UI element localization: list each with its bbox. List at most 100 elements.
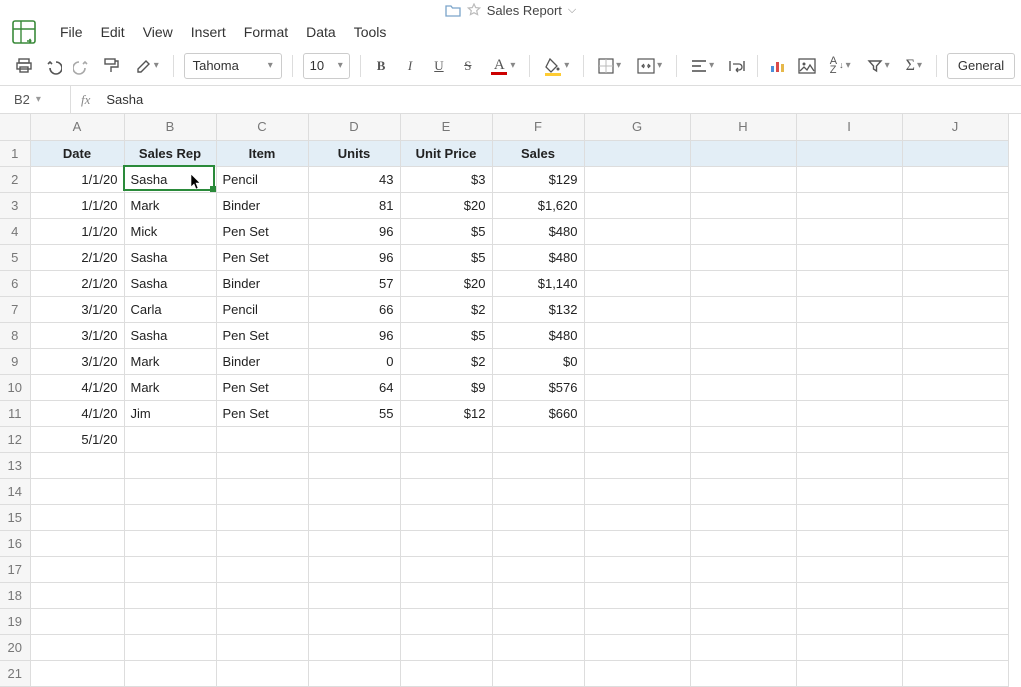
- cell-I13[interactable]: [796, 452, 902, 478]
- cell-H6[interactable]: [690, 270, 796, 296]
- row-header-19[interactable]: 19: [0, 608, 30, 634]
- cell-B20[interactable]: [124, 634, 216, 660]
- row-header-2[interactable]: 2: [0, 166, 30, 192]
- cell-A21[interactable]: [30, 660, 124, 686]
- cell-F19[interactable]: [492, 608, 584, 634]
- cell-I15[interactable]: [796, 504, 902, 530]
- cell-J7[interactable]: [902, 296, 1008, 322]
- cell-I2[interactable]: [796, 166, 902, 192]
- row-header-11[interactable]: 11: [0, 400, 30, 426]
- row-header-13[interactable]: 13: [0, 452, 30, 478]
- cell-G3[interactable]: [584, 192, 690, 218]
- cell-F16[interactable]: [492, 530, 584, 556]
- cell-B7[interactable]: Carla: [124, 296, 216, 322]
- cell-C18[interactable]: [216, 582, 308, 608]
- cell-J15[interactable]: [902, 504, 1008, 530]
- cell-G11[interactable]: [584, 400, 690, 426]
- row-header-5[interactable]: 5: [0, 244, 30, 270]
- row-header-4[interactable]: 4: [0, 218, 30, 244]
- cell-A15[interactable]: [30, 504, 124, 530]
- print-icon[interactable]: [14, 54, 35, 78]
- cell-C17[interactable]: [216, 556, 308, 582]
- cell-F6[interactable]: $1,140: [492, 270, 584, 296]
- cell-I1[interactable]: [796, 140, 902, 166]
- cell-A14[interactable]: [30, 478, 124, 504]
- cell-A6[interactable]: 2/1/20: [30, 270, 124, 296]
- cell-E11[interactable]: $12: [400, 400, 492, 426]
- cell-E4[interactable]: $5: [400, 218, 492, 244]
- cell-I11[interactable]: [796, 400, 902, 426]
- font-family-select[interactable]: Tahoma ▾: [184, 53, 282, 79]
- cell-H1[interactable]: [690, 140, 796, 166]
- cell-E21[interactable]: [400, 660, 492, 686]
- cell-F15[interactable]: [492, 504, 584, 530]
- cell-D18[interactable]: [308, 582, 400, 608]
- cell-A18[interactable]: [30, 582, 124, 608]
- cell-E15[interactable]: [400, 504, 492, 530]
- cell-I6[interactable]: [796, 270, 902, 296]
- cell-E2[interactable]: $3: [400, 166, 492, 192]
- cell-F21[interactable]: [492, 660, 584, 686]
- cell-G20[interactable]: [584, 634, 690, 660]
- cell-C3[interactable]: Binder: [216, 192, 308, 218]
- cell-C20[interactable]: [216, 634, 308, 660]
- cell-G17[interactable]: [584, 556, 690, 582]
- cell-B9[interactable]: Mark: [124, 348, 216, 374]
- cell-G18[interactable]: [584, 582, 690, 608]
- column-header-I[interactable]: I: [796, 114, 902, 140]
- cell-E12[interactable]: [400, 426, 492, 452]
- cell-C11[interactable]: Pen Set: [216, 400, 308, 426]
- fill-color-button[interactable]: ▾: [540, 54, 573, 78]
- cell-E13[interactable]: [400, 452, 492, 478]
- column-header-J[interactable]: J: [902, 114, 1008, 140]
- cell-F14[interactable]: [492, 478, 584, 504]
- cell-B6[interactable]: Sasha: [124, 270, 216, 296]
- cell-C2[interactable]: Pencil: [216, 166, 308, 192]
- cell-G21[interactable]: [584, 660, 690, 686]
- cell-D21[interactable]: [308, 660, 400, 686]
- cell-C6[interactable]: Binder: [216, 270, 308, 296]
- cell-E8[interactable]: $5: [400, 322, 492, 348]
- cell-G16[interactable]: [584, 530, 690, 556]
- cell-D20[interactable]: [308, 634, 400, 660]
- row-header-8[interactable]: 8: [0, 322, 30, 348]
- cell-A9[interactable]: 3/1/20: [30, 348, 124, 374]
- document-title[interactable]: Sales Report: [487, 3, 562, 18]
- cell-B12[interactable]: [124, 426, 216, 452]
- row-header-9[interactable]: 9: [0, 348, 30, 374]
- cell-E5[interactable]: $5: [400, 244, 492, 270]
- row-header-21[interactable]: 21: [0, 660, 30, 686]
- row-header-10[interactable]: 10: [0, 374, 30, 400]
- insert-chart-button[interactable]: [768, 54, 789, 78]
- cell-E16[interactable]: [400, 530, 492, 556]
- cell-B8[interactable]: Sasha: [124, 322, 216, 348]
- cell-G7[interactable]: [584, 296, 690, 322]
- cell-D2[interactable]: 43: [308, 166, 400, 192]
- cell-B16[interactable]: [124, 530, 216, 556]
- cell-H13[interactable]: [690, 452, 796, 478]
- undo-icon[interactable]: [43, 54, 64, 78]
- cell-C8[interactable]: Pen Set: [216, 322, 308, 348]
- cell-F11[interactable]: $660: [492, 400, 584, 426]
- cell-C7[interactable]: Pencil: [216, 296, 308, 322]
- cell-E1[interactable]: Unit Price: [400, 140, 492, 166]
- cell-A3[interactable]: 1/1/20: [30, 192, 124, 218]
- cell-C4[interactable]: Pen Set: [216, 218, 308, 244]
- cell-F10[interactable]: $576: [492, 374, 584, 400]
- menu-tools[interactable]: Tools: [354, 24, 387, 40]
- underline-button[interactable]: U: [428, 54, 449, 78]
- cell-B18[interactable]: [124, 582, 216, 608]
- cell-I3[interactable]: [796, 192, 902, 218]
- cell-D11[interactable]: 55: [308, 400, 400, 426]
- row-header-18[interactable]: 18: [0, 582, 30, 608]
- cell-E19[interactable]: [400, 608, 492, 634]
- cell-A7[interactable]: 3/1/20: [30, 296, 124, 322]
- cell-J20[interactable]: [902, 634, 1008, 660]
- cell-D7[interactable]: 66: [308, 296, 400, 322]
- cell-I18[interactable]: [796, 582, 902, 608]
- cell-C19[interactable]: [216, 608, 308, 634]
- sort-button[interactable]: AZ↓▾: [826, 54, 855, 78]
- cell-G9[interactable]: [584, 348, 690, 374]
- autosum-button[interactable]: Σ▾: [902, 54, 926, 78]
- cell-F18[interactable]: [492, 582, 584, 608]
